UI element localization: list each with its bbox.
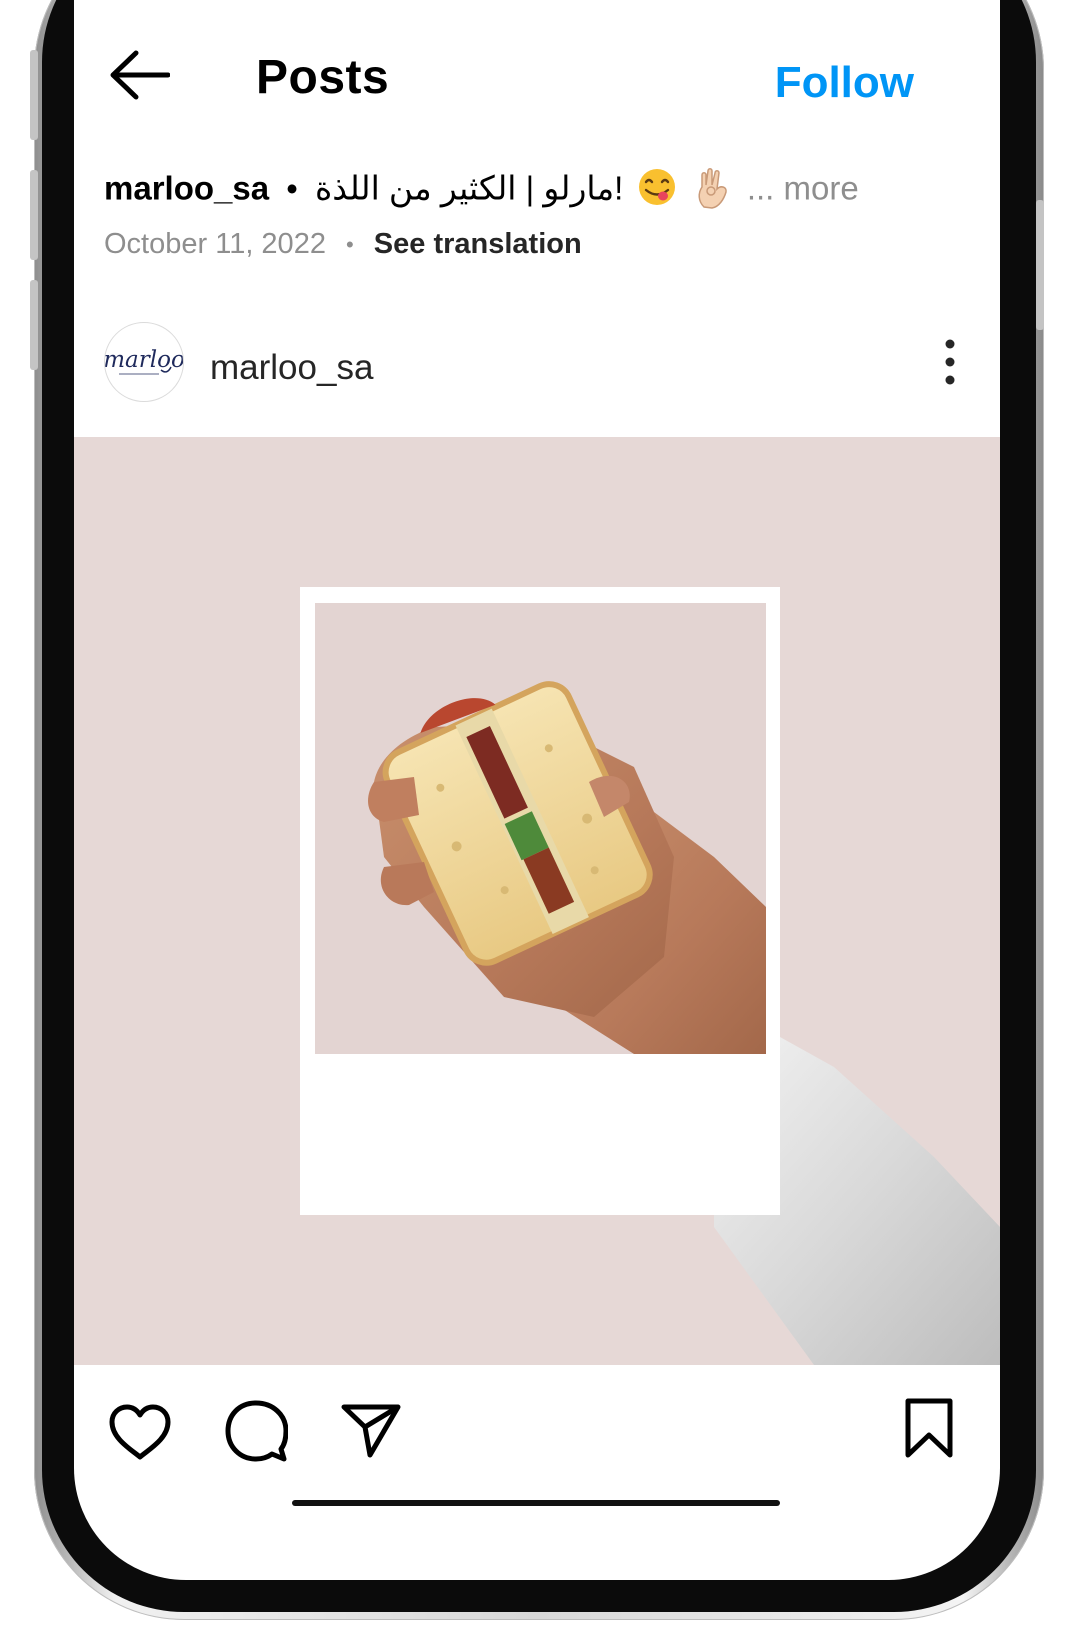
send-icon[interactable]	[340, 1401, 402, 1459]
comment-icon[interactable]	[224, 1399, 288, 1463]
caption-text: مارلو | الكثير من اللذة!	[315, 169, 624, 207]
post-date: October 11, 2022	[104, 228, 326, 260]
home-indicator[interactable]	[292, 1500, 780, 1506]
back-arrow-icon[interactable]	[108, 50, 170, 100]
meta-dot: •	[346, 232, 354, 258]
avatar[interactable]: marloo	[104, 322, 184, 402]
heart-icon[interactable]	[108, 1403, 172, 1461]
more-vertical-icon[interactable]	[940, 338, 960, 386]
caption-separator: •	[286, 169, 298, 207]
avatar-logo-text: marloo	[105, 347, 183, 373]
phone-screen: Posts Follow marloo_sa • مارلو | الكثير …	[74, 0, 1000, 1580]
action-bar	[74, 1365, 1000, 1485]
post-username[interactable]: marloo_sa	[210, 348, 373, 388]
follow-button[interactable]: Follow	[775, 58, 914, 108]
caption: marloo_sa • مارلو | الكثير من اللذة! ...	[104, 165, 859, 217]
post-image[interactable]	[74, 437, 1000, 1365]
phone-side-button	[30, 280, 38, 370]
post-meta: October 11, 2022 • See translation	[104, 228, 582, 261]
ok-hand-emoji	[694, 165, 734, 217]
page-title: Posts	[256, 51, 390, 104]
see-translation-link[interactable]: See translation	[374, 228, 582, 260]
caption-ellipsis: ...	[746, 169, 775, 207]
phone-side-button	[30, 50, 38, 140]
face-savoring-food-emoji	[637, 167, 677, 215]
caption-more-link[interactable]: more	[784, 170, 859, 207]
top-header: Posts Follow	[74, 0, 1000, 120]
marloo-logo: marloo	[105, 347, 183, 375]
caption-username[interactable]: marloo_sa	[104, 170, 269, 207]
phone-side-button	[1036, 200, 1044, 330]
post-illustration	[300, 587, 1000, 1365]
bookmark-icon[interactable]	[904, 1397, 954, 1459]
phone-side-button	[30, 170, 38, 260]
page: Posts Follow marloo_sa • مارلو | الكثير …	[0, 0, 1092, 1625]
